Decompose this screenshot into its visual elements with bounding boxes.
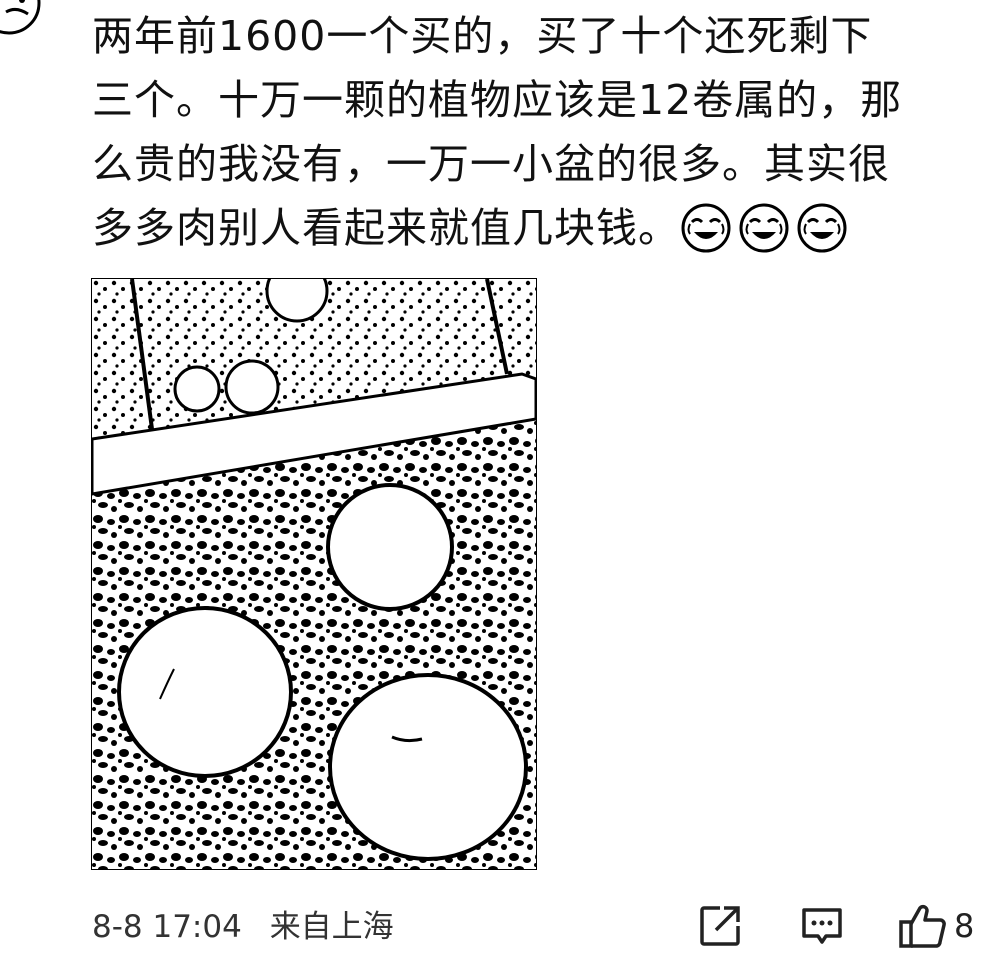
like-button[interactable]: 8 bbox=[898, 902, 974, 950]
share-icon bbox=[700, 906, 740, 946]
comment-photo[interactable] bbox=[91, 278, 537, 870]
comment-line-last: 多多肉别人看起来就值几块钱。 bbox=[92, 196, 982, 260]
laugh-cry-emoji-icon bbox=[796, 202, 848, 254]
thumbs-up-icon bbox=[899, 904, 946, 948]
comment-line: 三个。十万一颗的植物应该是12卷属的，那 bbox=[92, 76, 903, 124]
comment-text: 两年前1600一个买的，买了十个还死剩下 三个。十万一颗的植物应该是12卷属的，… bbox=[92, 4, 982, 260]
laugh-cry-emoji-icon bbox=[738, 202, 790, 254]
laugh-cry-emoji-icon bbox=[680, 202, 732, 254]
like-count: 8 bbox=[954, 907, 975, 945]
comment-meta: 8-8 17:04 来自上海 bbox=[92, 905, 394, 949]
comment-line: 两年前1600一个买的，买了十个还死剩下 bbox=[92, 12, 873, 60]
avatar-icon bbox=[0, 0, 41, 35]
comment-location: 来自上海 bbox=[269, 909, 394, 945]
reply-button[interactable] bbox=[800, 902, 844, 950]
comment-line: 么贵的我没有，一万一小盆的很多。其实很 bbox=[92, 140, 890, 188]
comment-line: 多多肉别人看起来就值几块钱。 bbox=[92, 204, 680, 252]
share-button[interactable] bbox=[698, 902, 742, 950]
succulent-photo bbox=[92, 279, 536, 869]
comment-time: 8-8 17:04 bbox=[92, 909, 242, 945]
reply-icon bbox=[802, 908, 842, 944]
avatar[interactable] bbox=[0, 0, 42, 36]
